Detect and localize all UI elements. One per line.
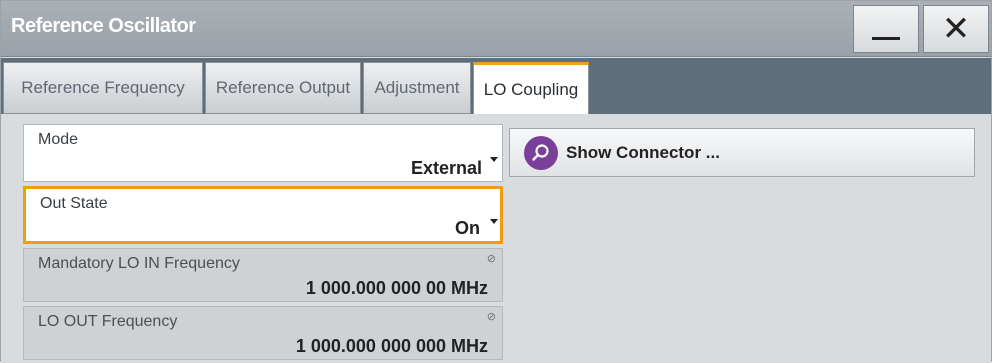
tab-label: LO Coupling — [483, 79, 579, 99]
tab-bar: Reference Frequency Reference Output Adj… — [1, 58, 991, 114]
reference-oscillator-dialog: Reference Oscillator ✕ Reference Frequen… — [0, 0, 992, 363]
show-connector-button[interactable]: Show Connector ... — [509, 128, 975, 177]
lo-coupling-panel: Mode External Out State On Mandatory LO … — [1, 114, 991, 363]
lo-in-value: 1 000.000 000 00 MHz — [305, 278, 488, 298]
mode-value: External — [410, 158, 482, 178]
tab-reference-frequency[interactable]: Reference Frequency — [3, 62, 203, 114]
minimize-icon — [872, 36, 900, 40]
window-title: Reference Oscillator — [11, 15, 196, 37]
close-button[interactable]: ✕ — [923, 5, 989, 53]
tab-label: Reference Output — [215, 78, 351, 97]
mode-select[interactable]: Mode External — [23, 124, 503, 182]
tab-label: Reference Frequency — [21, 78, 185, 97]
lo-in-label: Mandatory LO IN Frequency — [38, 255, 240, 272]
title-bar[interactable]: Reference Oscillator ✕ — [1, 1, 991, 57]
lo-out-frequency-field: LO OUT Frequency 1 000.000 000 000 MHz ⊘ — [23, 306, 503, 360]
lo-in-frequency-field: Mandatory LO IN Frequency 1 000.000 000 … — [23, 248, 503, 302]
show-connector-label: Show Connector ... — [566, 142, 720, 162]
tab-reference-output[interactable]: Reference Output — [205, 62, 361, 114]
dropdown-arrow-icon — [490, 157, 498, 162]
out-state-select[interactable]: Out State On — [23, 186, 503, 244]
minimize-button[interactable] — [853, 5, 919, 53]
search-icon — [524, 135, 558, 170]
tab-lo-coupling[interactable]: LO Coupling — [473, 62, 589, 114]
read-only-icon: ⊘ — [486, 311, 496, 323]
lo-out-value: 1 000.000 000 000 MHz — [295, 336, 488, 356]
close-icon: ✕ — [941, 10, 971, 48]
out-state-label: Out State — [40, 195, 108, 212]
tab-label: Adjustment — [374, 78, 460, 97]
read-only-icon: ⊘ — [486, 253, 496, 265]
out-state-value: On — [455, 218, 480, 238]
mode-label: Mode — [38, 131, 79, 148]
dropdown-arrow-icon — [490, 219, 498, 224]
lo-out-label: LO OUT Frequency — [38, 313, 178, 330]
tab-adjustment[interactable]: Adjustment — [363, 62, 471, 114]
